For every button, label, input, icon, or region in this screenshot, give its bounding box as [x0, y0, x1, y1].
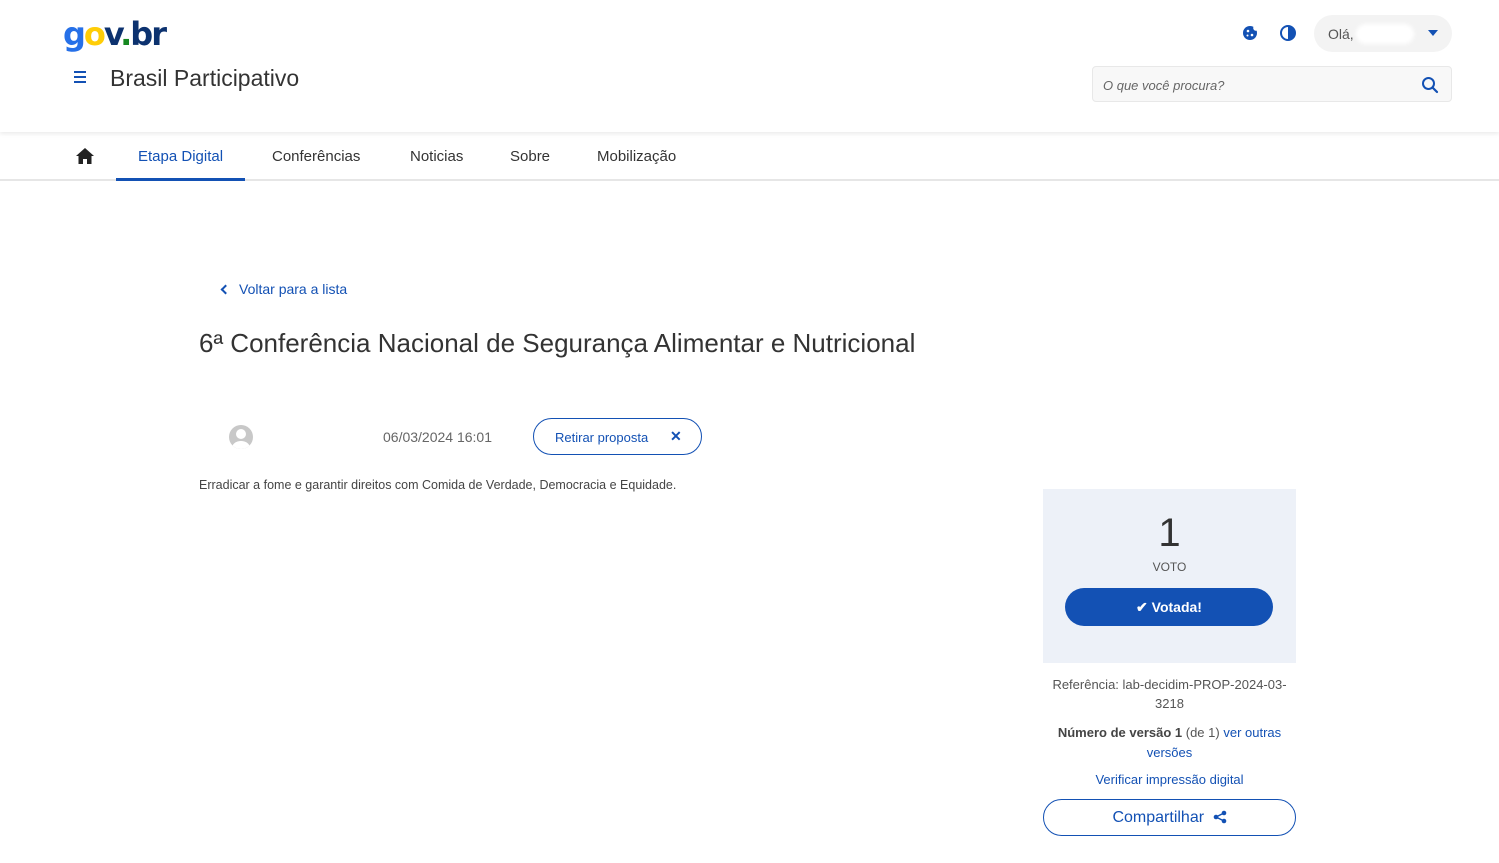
proposal-body: Erradicar a fome e garantir direitos com…: [199, 478, 677, 492]
govbr-logo[interactable]: gov.br: [63, 14, 167, 54]
search-icon[interactable]: [1421, 76, 1439, 94]
tab-conferencias[interactable]: Conferências: [272, 132, 360, 181]
version-of: (de 1): [1185, 725, 1220, 740]
tab-sobre[interactable]: Sobre: [510, 132, 550, 181]
chevron-down-icon: [1428, 30, 1438, 36]
tab-etapa-digital[interactable]: Etapa Digital: [116, 132, 246, 181]
home-icon[interactable]: [75, 147, 95, 165]
user-name-redacted: [1356, 24, 1414, 44]
share-button[interactable]: Compartilhar: [1043, 799, 1296, 836]
search-input[interactable]: [1103, 75, 1403, 95]
vote-label: VOTO: [1152, 560, 1187, 574]
author-avatar[interactable]: [229, 425, 253, 449]
tab-mobilizacao[interactable]: Mobilização: [597, 132, 676, 181]
contrast-icon[interactable]: [1279, 24, 1297, 42]
site-title: Brasil Participativo: [110, 65, 300, 91]
proposal-date: 06/03/2024 16:01: [383, 429, 492, 445]
back-to-list-link[interactable]: Voltar para a lista: [220, 281, 347, 297]
menu-icon[interactable]: [68, 68, 92, 90]
search-box: [1092, 66, 1452, 102]
share-icon: [1213, 810, 1226, 824]
vote-card: 1 VOTO ✔ Votada!: [1043, 489, 1296, 663]
version-number: Número de versão 1: [1057, 725, 1183, 740]
verify-fingerprint-link[interactable]: Verificar impressão digital: [1043, 772, 1296, 787]
withdraw-proposal-button[interactable]: Retirar proposta ✕: [533, 418, 702, 455]
cookie-icon[interactable]: [1241, 24, 1259, 42]
reference-text: Referência: lab-decidim-PROP-2024-03-321…: [1052, 677, 1287, 711]
page-title: 6ª Conferência Nacional de Segurança Ali…: [199, 328, 916, 358]
vote-count: 1: [1158, 511, 1181, 555]
site-header: gov.br Brasil Participativo Olá,: [0, 0, 1499, 132]
user-menu-button[interactable]: Olá,: [1314, 15, 1452, 52]
voted-button[interactable]: ✔ Votada!: [1065, 588, 1273, 626]
chevron-left-icon: [220, 284, 231, 295]
version-info: Número de versão 1 (de 1) ver outras ver…: [1043, 723, 1296, 763]
close-icon: ✕: [670, 428, 682, 444]
tab-noticias[interactable]: Noticias: [410, 132, 463, 181]
user-greeting: Olá,: [1328, 26, 1354, 42]
main-nav: Etapa Digital Conferências Noticias Sobr…: [0, 132, 1499, 181]
